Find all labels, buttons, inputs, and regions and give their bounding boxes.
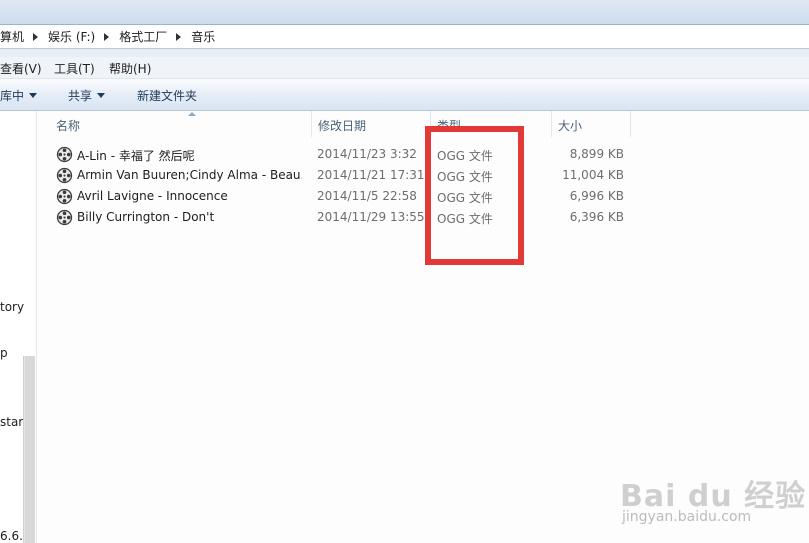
- nav-scrollbar-thumb[interactable]: [25, 356, 35, 543]
- new-folder-button[interactable]: 新建文件夹: [137, 87, 197, 104]
- file-date: 2014/11/5 22:58: [317, 189, 417, 203]
- sort-ascending-icon: [188, 112, 196, 116]
- caret-down-icon: [29, 93, 38, 98]
- chevron-right-icon[interactable]: [104, 32, 110, 41]
- file-date: 2014/11/23 3:32: [317, 147, 417, 161]
- breadcrumb-folder[interactable]: 格式工厂: [119, 28, 167, 45]
- table-row[interactable]: Avril Lavigne - Innocence 2014/11/5 22:5…: [38, 186, 809, 207]
- new-folder-label: 新建文件夹: [137, 89, 198, 103]
- navigation-pane[interactable]: tory p star 6.6.: [0, 111, 37, 543]
- file-size: 8,899 KB: [569, 147, 624, 161]
- share-button[interactable]: 共享: [68, 87, 106, 104]
- title-bar: [0, 0, 809, 24]
- include-in-library-button[interactable]: 库中: [0, 87, 38, 104]
- table-row[interactable]: A-Lin - 幸福了 然后呢 2014/11/23 3:32 OGG 文件 8…: [38, 144, 809, 165]
- table-row[interactable]: Billy Currington - Don't 2014/11/29 13:5…: [38, 207, 809, 228]
- file-size: 11,004 KB: [562, 168, 624, 182]
- address-bar[interactable]: 算机 娱乐 (F:) 格式工厂 音乐: [0, 24, 809, 49]
- chevron-right-icon[interactable]: [33, 32, 39, 41]
- breadcrumb-drive[interactable]: 娱乐 (F:): [48, 28, 95, 45]
- table-row[interactable]: Armin Van Buuren;Cindy Alma - Beau... 20…: [38, 165, 809, 186]
- column-header-name[interactable]: 名称: [50, 111, 312, 137]
- watermark-url: jingyan.baidu.com: [622, 509, 752, 525]
- file-date: 2014/11/29 13:55: [317, 210, 425, 224]
- breadcrumb: 算机 娱乐 (F:) 格式工厂 音乐: [0, 25, 215, 48]
- column-header-size[interactable]: 大小: [552, 111, 631, 137]
- share-label: 共享: [68, 89, 93, 103]
- film-reel-icon: [56, 146, 73, 163]
- column-header-date[interactable]: 修改日期: [312, 111, 431, 137]
- breadcrumb-current[interactable]: 音乐: [191, 28, 215, 45]
- command-bar: 库中 共享 新建文件夹: [0, 79, 809, 111]
- file-size: 6,396 KB: [569, 210, 624, 224]
- menu-bar: 查看(V) 工具(T) 帮助(H): [0, 57, 809, 79]
- nav-item[interactable]: tory: [0, 300, 24, 314]
- film-reel-icon: [56, 209, 73, 226]
- file-name: A-Lin - 幸福了 然后呢: [77, 149, 195, 163]
- menu-help[interactable]: 帮助(H): [109, 60, 151, 77]
- baidu-watermark: Bai du 经验 jingyan.baidu.com: [612, 455, 805, 540]
- caret-down-icon: [97, 93, 106, 98]
- file-name: Billy Currington - Don't: [77, 210, 215, 224]
- chevron-right-icon[interactable]: [176, 32, 182, 41]
- file-size: 6,996 KB: [569, 189, 624, 203]
- film-reel-icon: [56, 188, 73, 205]
- nav-item[interactable]: p: [0, 346, 8, 360]
- include-in-library-label: 库中: [0, 89, 25, 103]
- menu-view[interactable]: 查看(V): [0, 60, 42, 77]
- file-name: Avril Lavigne - Innocence: [77, 189, 228, 203]
- menu-tools[interactable]: 工具(T): [54, 60, 95, 77]
- address-separator: [0, 49, 809, 57]
- highlight-annotation-box: [425, 126, 524, 265]
- file-date: 2014/11/21 17:31: [317, 168, 425, 182]
- file-name: Armin Van Buuren;Cindy Alma - Beau...: [77, 168, 302, 182]
- nav-item[interactable]: star: [0, 415, 23, 429]
- nav-scrollbar[interactable]: [23, 356, 35, 543]
- nav-item[interactable]: 6.6.: [0, 529, 23, 543]
- film-reel-icon: [56, 167, 73, 184]
- breadcrumb-computer[interactable]: 算机: [0, 28, 24, 45]
